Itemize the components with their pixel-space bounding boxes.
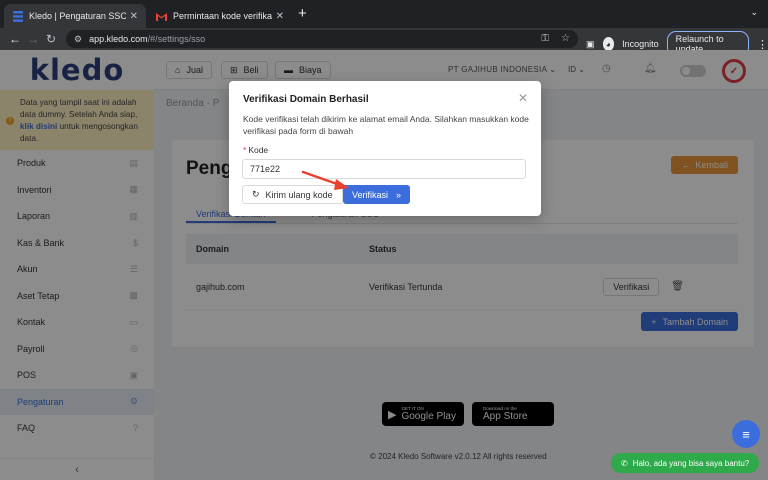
code-field-label: * Kode <box>243 145 268 155</box>
tab-title: Permintaan kode verifikasi dor <box>173 11 272 21</box>
new-tab-icon[interactable]: + <box>298 6 307 22</box>
gmail-favicon-icon <box>156 11 167 22</box>
key-icon[interactable]: ⚿ <box>541 33 549 44</box>
tab-close-icon[interactable]: ✕ <box>130 11 138 22</box>
incognito-label: Incognito <box>622 39 659 49</box>
modal-description: Kode verifikasi telah dikirim ke alamat … <box>243 114 529 136</box>
address-bar[interactable]: ⚙ app.kledo.com/#/settings/sso ⚿ ☆ <box>66 30 578 48</box>
browser-tab-kledo[interactable]: Kledo | Pengaturan SSO ✕ <box>4 4 146 28</box>
side-panel-icon[interactable]: ▣ <box>586 39 595 50</box>
tab-close-icon[interactable]: ✕ <box>276 11 284 22</box>
verification-modal: Verifikasi Domain Berhasil ✕ Kode verifi… <box>229 81 541 216</box>
site-info-icon[interactable]: ⚙ <box>74 34 82 45</box>
required-asterisk: * <box>243 145 247 155</box>
bookmark-star-icon[interactable]: ☆ <box>561 33 570 44</box>
whatsapp-chat-button[interactable]: ✆ Halo, ada yang bisa saya bantu? <box>611 453 760 473</box>
verify-button[interactable]: Verifikasi » <box>343 185 411 204</box>
kledo-favicon-icon <box>12 10 23 22</box>
code-label-text: Kode <box>248 145 269 155</box>
verify-label: Verifikasi <box>352 189 389 200</box>
double-chevron-right-icon: » <box>396 189 402 200</box>
modal-title: Verifikasi Domain Berhasil <box>243 94 369 105</box>
back-arrow-icon[interactable]: ← <box>6 32 24 46</box>
whatsapp-icon: ✆ <box>621 458 628 468</box>
browser-tab-bar: Kledo | Pengaturan SSO ✕ Permintaan kode… <box>0 0 768 28</box>
incognito-icon: ◕ <box>602 37 615 51</box>
forward-arrow-icon[interactable]: → <box>24 32 42 46</box>
refresh-icon: ↻ <box>252 189 260 199</box>
url-host: app.kledo.com <box>89 34 148 44</box>
kledo-chat-button[interactable]: ≡ <box>732 420 760 448</box>
browser-toolbar: ← → ↻ ⚙ app.kledo.com/#/settings/sso ⚿ ☆… <box>0 28 768 57</box>
close-icon[interactable]: ✕ <box>518 91 528 105</box>
browser-menu-icon[interactable]: ⋮ <box>757 38 768 51</box>
verification-code-input[interactable] <box>242 159 526 179</box>
browser-tab-gmail[interactable]: Permintaan kode verifikasi dor ✕ <box>148 4 292 28</box>
tab-search-chevron-icon[interactable]: ⌄ <box>750 7 758 18</box>
tab-title: Kledo | Pengaturan SSO <box>29 11 126 21</box>
reload-icon[interactable]: ↻ <box>42 32 60 46</box>
url-path: /#/settings/sso <box>147 34 206 44</box>
whatsapp-label: Halo, ada yang bisa saya bantu? <box>632 458 750 468</box>
annotation-arrow-icon <box>301 170 349 190</box>
